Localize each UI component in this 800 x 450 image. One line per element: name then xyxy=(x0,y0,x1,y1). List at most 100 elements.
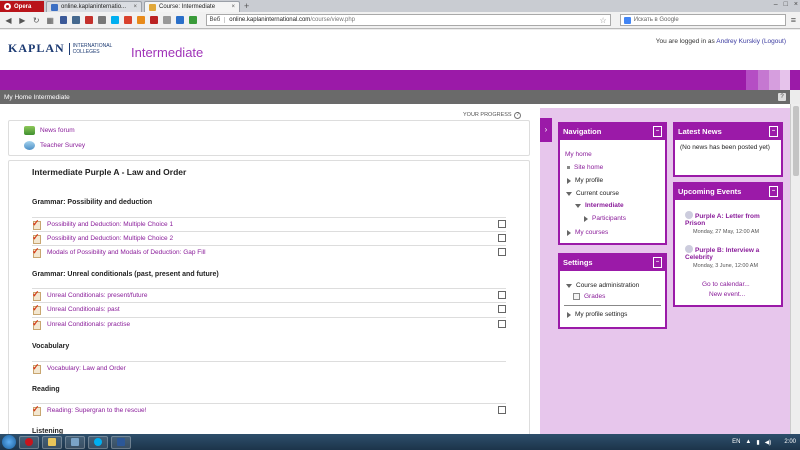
teacher-survey-link[interactable]: Teacher Survey xyxy=(24,141,85,150)
bookmark-green-icon[interactable] xyxy=(188,16,197,24)
activity-item[interactable]: ✓ Unreal Conditionals: present/future xyxy=(32,288,506,302)
completion-checkbox[interactable] xyxy=(498,320,506,328)
kaplan-logo[interactable]: KAPLAN INTERNATIONAL COLLEGES xyxy=(8,41,112,56)
star-icon[interactable]: ☆ xyxy=(600,16,607,25)
menu-icon[interactable]: ≡ xyxy=(791,15,796,25)
activity-item[interactable]: ✓ Modals of Possibility and Modals of De… xyxy=(32,245,506,259)
speed-dial-icon[interactable]: ▦ xyxy=(46,16,55,25)
settings-my-profile[interactable]: My profile settings xyxy=(567,311,627,318)
language-indicator[interactable]: EN xyxy=(732,439,740,445)
event-title[interactable]: Purple A: Letter from Prison xyxy=(685,213,760,227)
vk-icon[interactable] xyxy=(72,16,81,24)
taskbar-word-app[interactable] xyxy=(111,435,131,449)
new-tab-button[interactable]: + xyxy=(244,1,249,12)
volume-icon[interactable]: ◀) xyxy=(765,439,772,446)
event-item[interactable]: Purple B: Interview a Celebrity Monday, … xyxy=(685,245,781,269)
collapse-block-button[interactable]: – xyxy=(653,126,662,137)
settings-grades[interactable]: Grades xyxy=(573,293,605,300)
maximize-button[interactable]: □ xyxy=(784,1,788,8)
activity-link[interactable]: Unreal Conditionals: practise xyxy=(47,321,130,328)
back-arrow-icon[interactable]: ◀ xyxy=(4,16,13,25)
event-item[interactable]: Purple A: Letter from Prison Monday, 27 … xyxy=(685,211,781,235)
bookmark-blue-icon[interactable] xyxy=(175,16,184,24)
skype-icon[interactable] xyxy=(111,16,120,24)
taskbar-photo-app[interactable] xyxy=(65,435,85,449)
activity-item[interactable]: ✓ Possibility and Deduction: Multiple Ch… xyxy=(32,217,506,231)
collapse-block-button[interactable]: – xyxy=(769,186,778,197)
nav-my-profile[interactable]: My profile xyxy=(567,177,603,184)
facebook-icon[interactable] xyxy=(59,16,68,24)
settings-course-admin[interactable]: Course administration xyxy=(566,282,639,289)
start-button[interactable] xyxy=(2,435,16,449)
nav-my-courses[interactable]: My courses xyxy=(567,229,608,236)
close-window-button[interactable]: × xyxy=(794,1,798,8)
nav-my-home[interactable]: My home xyxy=(565,151,592,158)
activity-link[interactable]: Vocabulary: Law and Order xyxy=(47,365,126,372)
nav-participants[interactable]: Participants xyxy=(584,215,626,222)
news-forum-link[interactable]: News forum xyxy=(24,126,75,135)
dock-toggle-button[interactable]: › xyxy=(540,118,552,142)
activity-link[interactable]: Modals of Possibility and Modals of Dedu… xyxy=(47,249,206,256)
tray-arrow-icon[interactable]: ▲ xyxy=(745,439,751,445)
nav-course-intermediate[interactable]: Intermediate xyxy=(575,202,624,209)
bookmark-grey-icon[interactable] xyxy=(162,16,171,24)
clock[interactable]: 2:00 xyxy=(784,439,796,445)
nav-site-home[interactable]: Site home xyxy=(567,164,603,171)
activity-link[interactable]: Possibility and Deduction: Multiple Choi… xyxy=(47,221,173,228)
resource-label[interactable]: Teacher Survey xyxy=(40,142,85,149)
reload-icon[interactable]: ↻ xyxy=(32,16,41,25)
mail-icon[interactable] xyxy=(124,16,132,24)
taskbar-skype-app[interactable] xyxy=(88,435,108,449)
minimize-button[interactable]: – xyxy=(774,1,778,8)
completion-checkbox[interactable] xyxy=(498,234,506,242)
bookmark-icon[interactable] xyxy=(98,16,107,24)
close-tab-icon[interactable]: × xyxy=(231,4,235,10)
collapse-block-button[interactable]: – xyxy=(769,126,778,137)
resource-label[interactable]: News forum xyxy=(40,127,75,134)
forward-arrow-icon[interactable]: ▶ xyxy=(18,16,27,25)
activity-item[interactable]: ✓ Possibility and Deduction: Multiple Ch… xyxy=(32,231,506,245)
news-icon[interactable] xyxy=(137,16,145,24)
breadcrumb-text[interactable]: My Home Intermediate xyxy=(4,94,70,101)
completion-checkbox[interactable] xyxy=(498,291,506,299)
completion-checkbox[interactable] xyxy=(498,406,506,414)
activity-link[interactable]: Reading: Supergran to the rescue! xyxy=(47,407,146,414)
close-tab-icon[interactable]: × xyxy=(133,4,137,10)
opera-menu-button[interactable]: Opera xyxy=(0,1,44,12)
activity-item[interactable]: ✓ Vocabulary: Law and Order xyxy=(32,361,506,375)
event-title[interactable]: Purple B: Interview a Celebrity xyxy=(685,247,759,261)
taskbar-opera-app[interactable] xyxy=(19,435,39,449)
activity-link[interactable]: Unreal Conditionals: past xyxy=(47,306,120,313)
completion-checkbox[interactable] xyxy=(498,248,506,256)
nav-label[interactable]: My courses xyxy=(575,229,608,236)
tab-course-intermediate[interactable]: Course: Intermediate × xyxy=(144,1,240,12)
progress-help-icon[interactable]: ? xyxy=(514,112,522,119)
nav-label[interactable]: Site home xyxy=(574,164,603,171)
youtube-icon[interactable] xyxy=(85,16,94,24)
nav-label[interactable]: Intermediate xyxy=(585,202,624,209)
activity-link[interactable]: Possibility and Deduction: Multiple Choi… xyxy=(47,235,173,242)
nav-current-course[interactable]: Current course xyxy=(566,190,619,197)
bookmark-red-icon[interactable] xyxy=(149,16,158,24)
tab-kaplan-online[interactable]: online.kaplaninternatio... × xyxy=(46,1,142,12)
completion-checkbox[interactable] xyxy=(498,220,506,228)
nav-label[interactable]: Participants xyxy=(592,215,626,222)
activity-item[interactable]: ✓ Unreal Conditionals: practise xyxy=(32,317,506,331)
address-bar[interactable]: Веб online.kaplaninternational.com/cours… xyxy=(205,14,611,26)
go-to-calendar-link[interactable]: Go to calendar... xyxy=(702,281,750,288)
activity-item[interactable]: ✓ Unreal Conditionals: past xyxy=(32,302,506,316)
scrollbar-thumb[interactable] xyxy=(793,106,799,176)
completion-checkbox[interactable] xyxy=(498,305,506,313)
network-icon[interactable]: ▮ xyxy=(756,439,759,446)
new-event-link[interactable]: New event... xyxy=(709,291,745,298)
user-profile-link[interactable]: Andrey Kurskiy xyxy=(716,38,760,45)
page-scrollbar[interactable] xyxy=(790,104,800,434)
collapse-block-button[interactable]: – xyxy=(653,257,662,268)
logout-link[interactable]: (Logout) xyxy=(762,38,786,45)
taskbar-explorer-app[interactable] xyxy=(42,435,62,449)
help-icon[interactable]: ? xyxy=(778,93,786,101)
settings-label[interactable]: Grades xyxy=(584,293,605,300)
activity-item[interactable]: ✓ Reading: Supergran to the rescue! xyxy=(32,403,506,417)
search-field[interactable]: Искать в Google xyxy=(619,14,786,26)
activity-link[interactable]: Unreal Conditionals: present/future xyxy=(47,292,147,299)
